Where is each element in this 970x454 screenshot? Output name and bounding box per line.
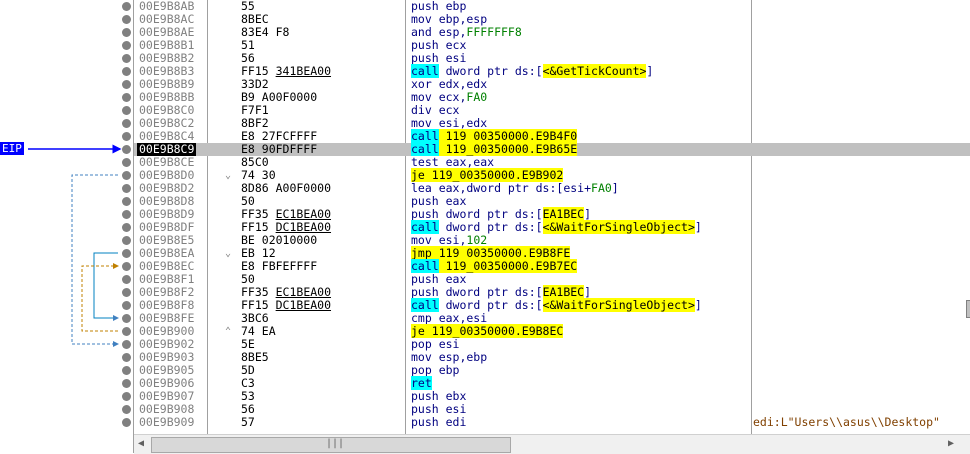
jump-down-icon: ⌄	[225, 170, 232, 181]
breakpoint-dot-icon[interactable]	[122, 223, 131, 232]
disassembly-view[interactable]: 00E9B8AB 55 push ebp 00E9B8AC 8BEC mov ebp,es…	[134, 0, 970, 434]
vertical-scroll-marker[interactable]	[966, 300, 970, 318]
breakpoint-dot-icon[interactable]	[122, 2, 131, 11]
breakpoint-dot-icon[interactable]	[122, 184, 131, 193]
breakpoint-dot-icon[interactable]	[122, 197, 131, 206]
arrow-right-icon[interactable]: ▶	[948, 438, 954, 449]
jump-line-je-e9b8ec	[81, 263, 119, 332]
breakpoint-dot-icon[interactable]	[122, 28, 131, 37]
jump-line-je-e9b902	[71, 174, 119, 347]
jump-up-icon: ⌃	[225, 326, 232, 337]
breakpoint-dot-icon[interactable]	[122, 353, 131, 362]
breakpoint-dot-icon[interactable]	[122, 80, 131, 89]
breakpoint-dot-icon[interactable]	[122, 249, 131, 258]
breakpoint-dot-icon[interactable]	[122, 145, 131, 154]
breakpoint-dot-icon[interactable]	[122, 132, 131, 141]
instruction-row[interactable]: 00E9B8B1 51 push ecx	[134, 39, 970, 52]
breakpoint-dot-icon[interactable]	[122, 340, 131, 349]
breakpoint-dot-icon[interactable]	[122, 93, 131, 102]
breakpoint-dot-icon[interactable]	[122, 119, 131, 128]
instruction-row[interactable]: 00E9B905 5D pop ebp	[134, 364, 970, 377]
breakpoint-dot-icon[interactable]	[122, 54, 131, 63]
breakpoint-dot-icon[interactable]	[122, 392, 131, 401]
breakpoint-dot-icon[interactable]	[122, 158, 131, 167]
instruction-row[interactable]: 00E9B907 53 push ebx	[134, 390, 970, 403]
scrollbar-grip: |||	[326, 438, 345, 449]
eip-label: EIP	[0, 142, 24, 155]
breakpoint-dot-icon[interactable]	[122, 366, 131, 375]
instruction-row[interactable]: 00E9B903 8BE5 mov esp,ebp	[134, 351, 970, 364]
breakpoint-dot-icon[interactable]	[122, 171, 131, 180]
instruction-row[interactable]: 00E9B8AE 83E4 F8 and esp,FFFFFFF8	[134, 26, 970, 39]
breakpoint-dot-icon[interactable]	[122, 301, 131, 310]
instruction-row[interactable]: 00E9B900 ⌃ 74 EA je 119_00350000.E9B8EC	[134, 324, 970, 338]
instruction-row[interactable]: 00E9B8EC E8 FBFEFFFF call 119_00350000.E9B…	[134, 259, 970, 273]
breakpoint-dot-icon[interactable]	[122, 275, 131, 284]
breakpoint-dot-icon[interactable]	[122, 15, 131, 24]
breakpoint-dot-icon[interactable]	[122, 314, 131, 323]
breakpoint-dot-icon[interactable]	[122, 418, 131, 427]
breakpoint-dot-icon[interactable]	[122, 106, 131, 115]
jump-line-jmp-e9b8fe	[93, 252, 119, 321]
instruction-row[interactable]: 00E9B909 57 push edi edi:L"Users\\asus\\Des…	[134, 416, 970, 429]
instruction-comment: edi:L"Users\\asus\\Desktop"	[753, 415, 940, 429]
horizontal-scrollbar[interactable]: ◀ ||| ▶	[134, 434, 970, 454]
arrow-left-icon[interactable]: ◀	[138, 438, 144, 449]
breakpoint-dot-icon[interactable]	[122, 41, 131, 50]
breakpoint-dot-icon[interactable]	[122, 210, 131, 219]
breakpoint-dot-icon[interactable]	[122, 262, 131, 271]
instruction-address: 00E9B909	[139, 415, 195, 429]
breakpoint-dot-icon[interactable]	[122, 405, 131, 414]
breakpoint-dot-icon[interactable]	[122, 379, 131, 388]
instruction-row[interactable]: 00E9B8D2 8D86 A00F0000 lea eax,dword ptr d…	[134, 182, 970, 195]
jump-arrow-gutter: EIP	[0, 0, 134, 453]
breakpoint-dot-icon[interactable]	[122, 327, 131, 336]
scrollbar-thumb[interactable]: |||	[151, 437, 511, 453]
breakpoint-dot-icon[interactable]	[122, 67, 131, 76]
instruction-text: push edi	[411, 415, 467, 429]
breakpoint-dot-icon[interactable]	[122, 288, 131, 297]
jump-down-icon: ⌄	[225, 248, 232, 259]
breakpoint-dot-icon[interactable]	[122, 236, 131, 245]
jump-arrows	[28, 144, 122, 347]
instruction-bytes: 57	[241, 415, 255, 429]
instruction-row[interactable]: 00E9B906 C3 ret	[134, 376, 970, 390]
